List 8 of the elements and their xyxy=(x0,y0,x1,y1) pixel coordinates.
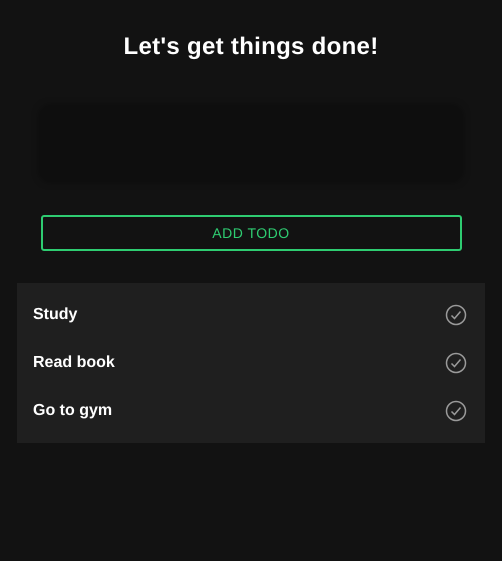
check-circle-icon[interactable] xyxy=(445,400,467,422)
todo-text: Go to gym xyxy=(33,402,112,420)
todo-text: Study xyxy=(33,306,78,324)
check-circle-icon[interactable] xyxy=(445,352,467,374)
page-title: Let's get things done! xyxy=(124,32,378,62)
add-todo-button[interactable]: ADD TODO xyxy=(40,215,462,251)
check-circle-icon[interactable] xyxy=(445,304,467,326)
todo-text: Read book xyxy=(33,354,115,372)
